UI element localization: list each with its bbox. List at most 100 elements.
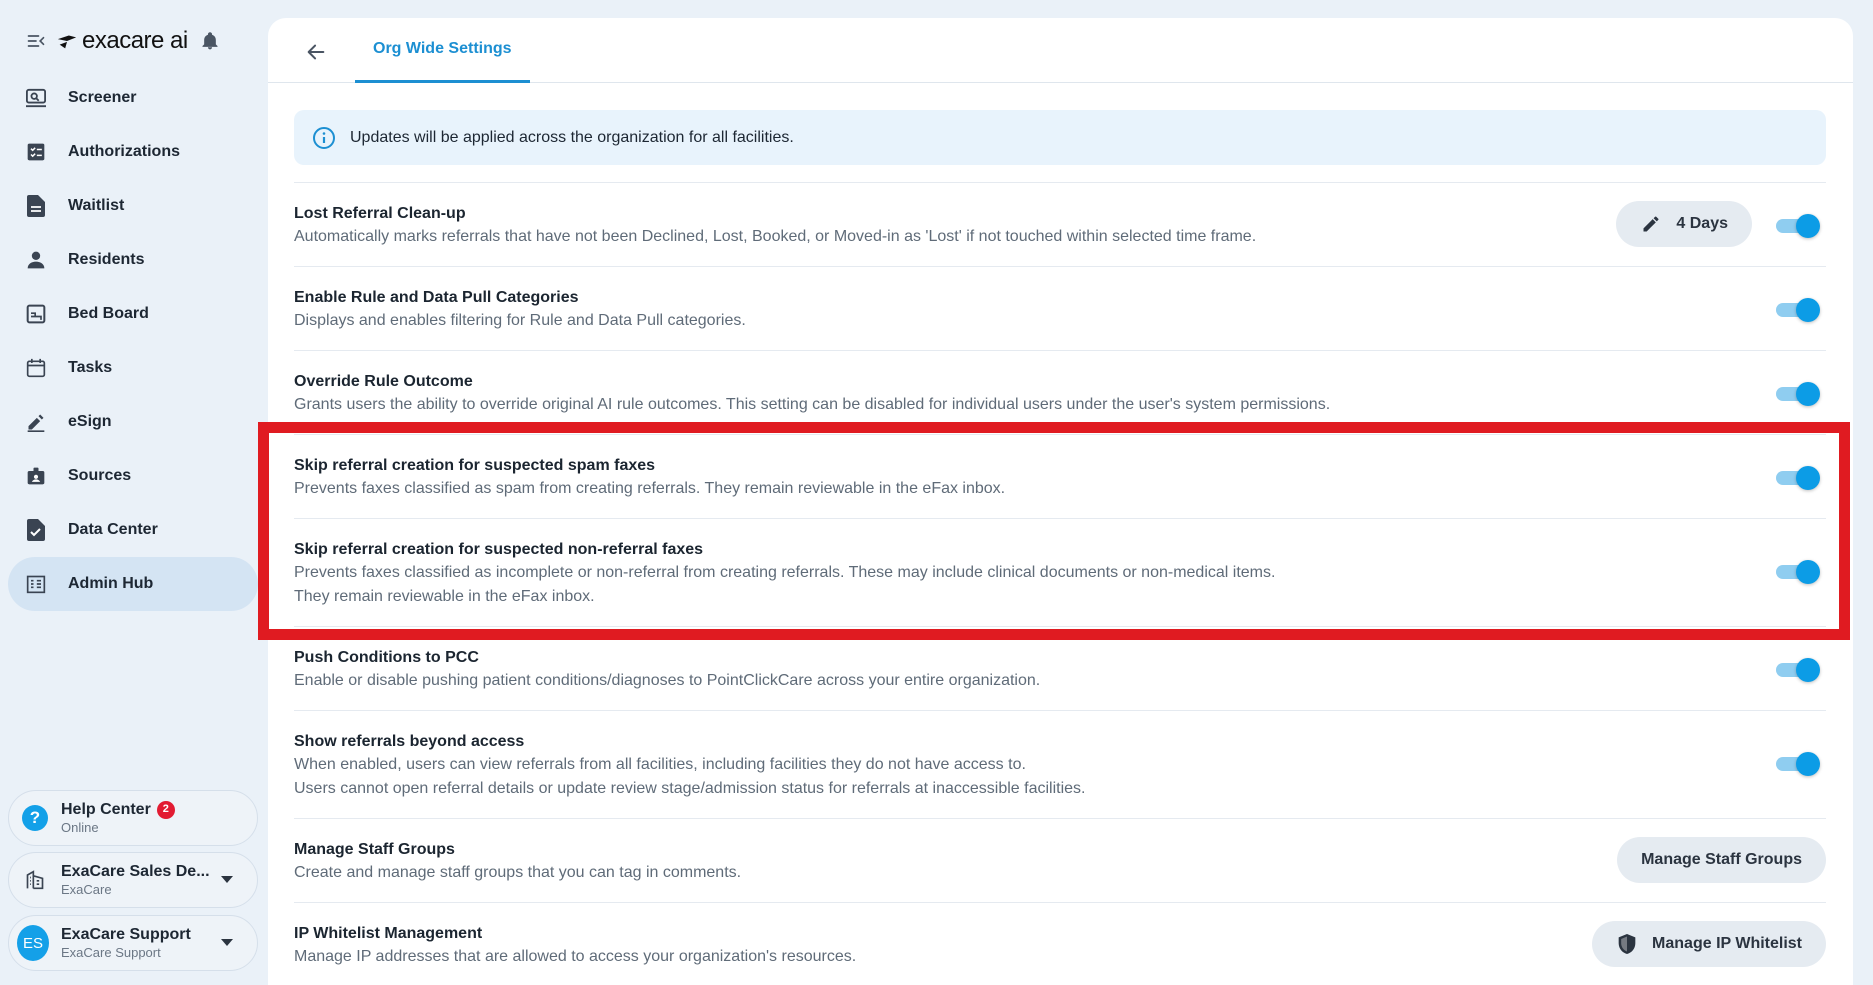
settings-list: Lost Referral Clean-up Automatically mar…	[294, 182, 1826, 985]
sidebar-item-label: Admin Hub	[68, 575, 154, 592]
setting-row-skip-spam: Skip referral creation for suspected spa…	[294, 434, 1826, 518]
setting-title: Enable Rule and Data Pull Categories	[294, 289, 579, 306]
sidebar-item-label: Residents	[68, 251, 145, 268]
id-badge-icon	[24, 464, 48, 488]
page-header: Org Wide Settings	[268, 18, 1853, 83]
setting-title: Skip referral creation for suspected non…	[294, 541, 704, 558]
sidebar-item-bed-board[interactable]: Bed Board	[8, 287, 258, 341]
exacare-logo[interactable]: exacare ai	[56, 27, 188, 55]
referrals-beyond-access-toggle[interactable]	[1774, 751, 1820, 776]
sidebar-item-label: Screener	[68, 89, 137, 106]
setting-row-override-rule: Override Rule Outcome Grants users the a…	[294, 350, 1826, 434]
sidebar-item-label: eSign	[68, 413, 112, 430]
shield-icon	[1616, 933, 1638, 955]
help-center-title: Help Center	[61, 800, 151, 818]
notification-badge: 2	[156, 800, 175, 819]
main-panel: Org Wide Settings Updates will be applie…	[268, 18, 1853, 985]
help-center-status: Online	[61, 819, 99, 835]
setting-description-line2: Users cannot open referral details or up…	[294, 780, 1086, 797]
setting-description: Grants users the ability to override ori…	[294, 396, 1331, 413]
override-rule-toggle[interactable]	[1774, 381, 1820, 406]
setting-description: Prevents faxes classified as spam from c…	[294, 480, 1006, 497]
setting-title: Lost Referral Clean-up	[294, 205, 466, 222]
setting-description: Automatically marks referrals that have …	[294, 228, 1257, 245]
setting-title: Push Conditions to PCC	[294, 649, 479, 666]
setting-title: Show referrals beyond access	[294, 733, 525, 750]
sidebar-item-waitlist[interactable]: Waitlist	[8, 179, 258, 233]
setting-title: Manage Staff Groups	[294, 841, 455, 858]
pencil-icon	[1640, 213, 1662, 235]
setting-row-ip-whitelist: IP Whitelist Management Manage IP addres…	[294, 902, 1826, 985]
sidebar-item-label: Tasks	[68, 359, 113, 376]
brand-header: exacare ai	[24, 24, 222, 58]
manage-ip-whitelist-label: Manage IP Whitelist	[1652, 935, 1802, 952]
sidebar-item-sources[interactable]: Sources	[8, 449, 258, 503]
lost-referral-cleanup-toggle[interactable]	[1774, 213, 1820, 238]
user-sub: ExaCare Support	[61, 944, 161, 960]
organization-switcher[interactable]: ExaCare Sales De... ExaCare	[8, 852, 258, 908]
setting-row-referrals-beyond-access: Show referrals beyond access When enable…	[294, 710, 1826, 818]
help-icon: ?	[21, 804, 49, 832]
sidebar: exacare ai Screener Authorizations Waitl…	[0, 0, 268, 985]
sidebar-item-authorizations[interactable]: Authorizations	[8, 125, 258, 179]
screener-icon	[24, 86, 48, 110]
bed-icon	[24, 302, 48, 326]
sidebar-item-data-center[interactable]: Data Center	[8, 503, 258, 557]
sidebar-item-admin-hub[interactable]: Admin Hub	[8, 557, 258, 611]
sidebar-item-screener[interactable]: Screener	[8, 71, 258, 125]
tab-org-wide-settings[interactable]: Org Wide Settings	[355, 18, 530, 83]
info-banner-text: Updates will be applied across the organ…	[350, 128, 794, 146]
setting-description: Displays and enables filtering for Rule …	[294, 312, 746, 329]
setting-description: Prevents faxes classified as incomplete …	[294, 564, 1276, 581]
sidebar-item-tasks[interactable]: Tasks	[8, 341, 258, 395]
sidebar-item-label: Sources	[68, 467, 132, 484]
person-icon	[24, 248, 48, 272]
push-conditions-toggle[interactable]	[1774, 657, 1820, 682]
sidebar-nav: Screener Authorizations Waitlist Residen…	[8, 71, 258, 611]
user-name: ExaCare Support	[61, 925, 191, 943]
exacare-logo-mark-icon	[57, 35, 77, 49]
document-icon	[24, 194, 48, 218]
signature-icon	[24, 410, 48, 434]
setting-description: Enable or disable pushing patient condit…	[294, 672, 1041, 689]
help-center-card[interactable]: ? Help Center 2 Online	[8, 790, 258, 846]
sidebar-item-label: Data Center	[68, 521, 158, 538]
user-account-switcher[interactable]: ES ExaCare Support ExaCare Support	[8, 915, 258, 971]
notifications-bell-icon[interactable]	[200, 30, 222, 52]
organization-sub: ExaCare	[61, 881, 112, 897]
setting-row-push-conditions: Push Conditions to PCC Enable or disable…	[294, 626, 1826, 710]
sidebar-item-esign[interactable]: eSign	[8, 395, 258, 449]
info-icon	[313, 126, 335, 149]
setting-row-skip-non-referral: Skip referral creation for suspected non…	[294, 518, 1826, 626]
chevron-down-icon	[215, 931, 239, 955]
setting-row-staff-groups: Manage Staff Groups Create and manage st…	[294, 818, 1826, 902]
menu-collapse-icon[interactable]	[24, 29, 48, 53]
organization-building-icon	[21, 866, 49, 894]
calendar-icon	[24, 356, 48, 380]
sidebar-item-label: Bed Board	[68, 305, 149, 322]
skip-spam-toggle[interactable]	[1774, 465, 1820, 490]
chevron-down-icon	[215, 868, 239, 892]
setting-title: Skip referral creation for suspected spa…	[294, 457, 656, 474]
manage-staff-groups-button[interactable]: Manage Staff Groups	[1617, 837, 1826, 883]
skip-non-referral-toggle[interactable]	[1774, 559, 1820, 584]
building-icon	[24, 572, 48, 596]
info-banner: Updates will be applied across the organ…	[294, 110, 1826, 165]
days-value: 4 Days	[1676, 215, 1728, 232]
rule-data-pull-toggle[interactable]	[1774, 297, 1820, 322]
setting-description: Create and manage staff groups that you …	[294, 864, 742, 881]
checklist-icon	[24, 140, 48, 164]
setting-title: Override Rule Outcome	[294, 373, 473, 390]
sidebar-item-residents[interactable]: Residents	[8, 233, 258, 287]
setting-description-line2: They remain reviewable in the eFax inbox…	[294, 588, 595, 605]
back-arrow-icon[interactable]	[302, 38, 330, 66]
sidebar-item-label: Waitlist	[68, 197, 125, 214]
avatar: ES	[17, 925, 49, 961]
setting-row-rule-data-pull: Enable Rule and Data Pull Categories Dis…	[294, 266, 1826, 350]
setting-description: When enabled, users can view referrals f…	[294, 756, 1026, 773]
brand-name: exacare ai	[82, 27, 188, 54]
manage-ip-whitelist-button[interactable]: Manage IP Whitelist	[1592, 921, 1826, 967]
edit-days-button[interactable]: 4 Days	[1616, 201, 1752, 247]
organization-name: ExaCare Sales De...	[61, 862, 210, 880]
setting-row-lost-referral-cleanup: Lost Referral Clean-up Automatically mar…	[294, 182, 1826, 266]
